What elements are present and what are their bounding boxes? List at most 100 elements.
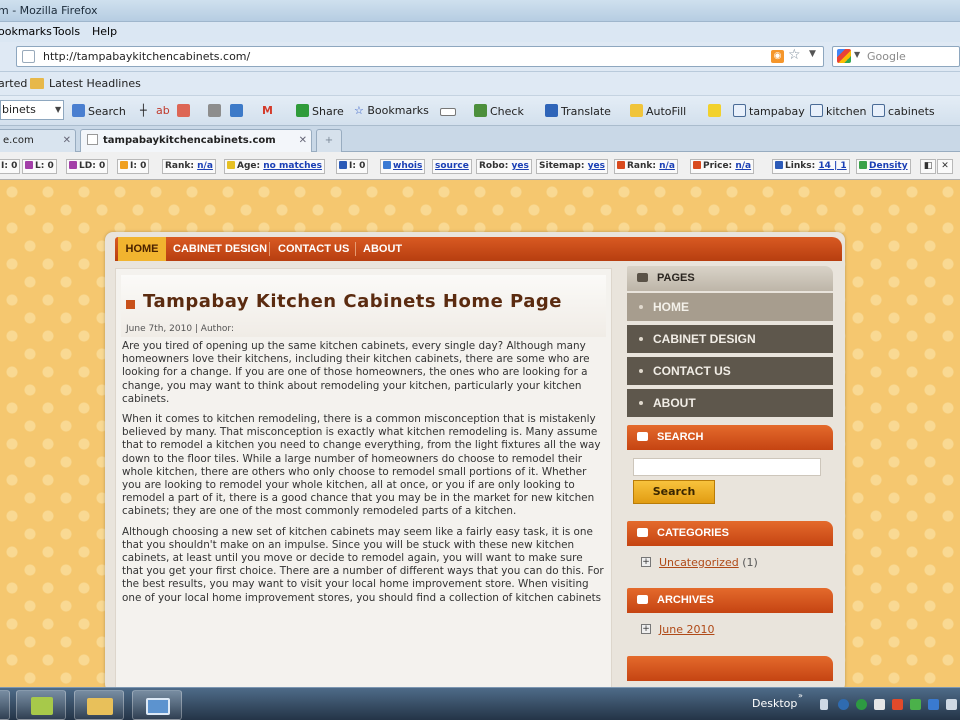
nav-separator	[355, 242, 356, 256]
toolbar-translate-button[interactable]: Translate	[545, 104, 611, 118]
seo-indexed-google[interactable]: I: 0	[0, 159, 21, 174]
seo-settings-icon[interactable]: ◧	[920, 159, 936, 174]
close-seobar-icon[interactable]: ✕	[937, 159, 953, 174]
tab-active[interactable]: tampabaykitchencabinets.com ✕	[80, 129, 312, 152]
search-engine-placeholder[interactable]: Google	[867, 50, 906, 63]
speech-bubble-icon	[637, 528, 648, 537]
seo-links[interactable]: L: 0	[22, 159, 57, 174]
tray-monitor-icon[interactable]	[928, 699, 939, 710]
seo-source-link[interactable]: source	[432, 159, 472, 174]
sidebar-search-input[interactable]	[633, 458, 821, 476]
toolbar-keyword-kitchen[interactable]: kitchen	[810, 104, 867, 118]
seo-links-count[interactable]: Links: 14 | 1	[772, 159, 850, 174]
menu-help[interactable]: Help	[92, 22, 117, 42]
rss-feed-icon[interactable]: ◉	[771, 50, 784, 63]
spellcheck-icon	[474, 104, 487, 117]
seo-price[interactable]: Price: n/a	[690, 159, 755, 174]
url-bar[interactable]: http://tampabaykitchencabinets.com/ ◉ ☆ …	[16, 46, 824, 67]
bookmark-latest-headlines[interactable]: Latest Headlines	[49, 72, 141, 96]
sidebar-archives-heading: ARCHIVES	[627, 588, 833, 613]
seo-robots[interactable]: Robo: yes	[476, 159, 532, 174]
toolbar-sidewiki-icon[interactable]	[440, 104, 459, 117]
tray-network-icon[interactable]	[838, 699, 849, 710]
toolbar-pagerank-icon[interactable]: ┼	[140, 104, 147, 117]
nav-home-link[interactable]: HOME	[118, 237, 166, 261]
category-link[interactable]: Uncategorized	[659, 556, 739, 569]
engine-dropdown-icon[interactable]: ▼	[854, 50, 860, 59]
toolbar-keyword-cabinets[interactable]: cabinets	[872, 104, 935, 118]
gmail-icon[interactable]: M	[262, 104, 273, 117]
menu-tools[interactable]: Tools	[53, 22, 80, 42]
sidebar-page-cabinet-design[interactable]: CABINET DESIGN	[627, 325, 833, 353]
nav-contact-us-link[interactable]: CONTACT US	[278, 237, 349, 261]
seo-delicious[interactable]: I: 0	[336, 159, 369, 174]
sidebar-page-home[interactable]: HOME	[627, 293, 833, 321]
taskbar-window-icon[interactable]	[132, 690, 182, 720]
close-tab-icon[interactable]: ✕	[299, 130, 307, 152]
speech-bubble-icon	[637, 432, 648, 441]
nav-separator	[269, 242, 270, 256]
toolbar-highlighter-icon[interactable]	[708, 104, 724, 118]
menu-bookmarks[interactable]: ookmarks	[0, 22, 52, 42]
toolbar-dropdown-icon[interactable]: ▼	[55, 105, 61, 114]
toolbar-translate-puzzle-icon[interactable]	[230, 104, 246, 118]
close-tab-icon[interactable]: ✕	[63, 130, 71, 152]
toolbar-popup-icon[interactable]	[177, 104, 193, 118]
sidebar-page-about[interactable]: ABOUT	[627, 389, 833, 417]
sidebar-search-button[interactable]: Search	[633, 480, 715, 504]
url-text[interactable]: http://tampabaykitchencabinets.com/	[43, 50, 250, 63]
archive-link[interactable]: June 2010	[659, 623, 714, 636]
expand-plus-icon[interactable]: +	[641, 557, 651, 567]
tray-app-icon[interactable]	[874, 699, 885, 710]
seo-compete-rank[interactable]: Rank: n/a	[614, 159, 678, 174]
search-engine-box[interactable]: ▼ Google	[832, 46, 960, 67]
tab-previous[interactable]: e.com ✕	[0, 129, 76, 152]
tray-flag-icon[interactable]	[820, 699, 828, 710]
new-tab-button[interactable]: +	[316, 129, 342, 152]
bookmark-star-icon[interactable]: ☆	[788, 47, 801, 63]
expand-plus-icon[interactable]: +	[641, 624, 651, 634]
nav-about-link[interactable]: ABOUT	[363, 237, 402, 261]
post-title[interactable]: Tampabay Kitchen Cabinets Home Page	[143, 291, 562, 312]
start-button[interactable]	[0, 690, 10, 720]
seo-toolbar: I: 0 L: 0 LD: 0 I: 0 Rank: n/a Age: no m…	[0, 152, 960, 180]
toolbar-keyword-tampabay[interactable]: tampabay	[733, 104, 805, 118]
tray-security-icon[interactable]	[856, 699, 867, 710]
tray-tool-icon[interactable]	[892, 699, 903, 710]
bullet-icon	[639, 369, 643, 373]
sidebar-page-contact-us[interactable]: CONTACT US	[627, 357, 833, 385]
speech-bubble-icon	[637, 595, 648, 604]
desktop-toolbar-label[interactable]: Desktop	[752, 697, 797, 710]
seo-alexa-rank[interactable]: Rank: n/a	[162, 159, 216, 174]
seo-density-link[interactable]: Density	[856, 159, 911, 174]
nav-cabinet-design-link[interactable]: CABINET DESIGN	[173, 237, 267, 261]
tray-status-icon[interactable]	[910, 699, 921, 710]
toolbar-highlight-icon[interactable]: ab	[156, 104, 170, 117]
bookmarks-star-icon: ☆	[354, 104, 364, 117]
window-title: m - Mozilla Firefox	[0, 4, 98, 17]
toolbar-bookmarks-button[interactable]: ☆ Bookmarks	[354, 104, 429, 117]
toolbar-check-button[interactable]: Check	[474, 104, 524, 118]
google-icon[interactable]	[837, 49, 851, 63]
url-dropdown-icon[interactable]: ▼	[809, 49, 816, 59]
bookmark-getting-started[interactable]: arted	[0, 72, 27, 96]
toolbar-share-button[interactable]: Share	[296, 104, 344, 118]
taskbar-explorer-icon[interactable]	[74, 690, 124, 720]
toolbar-expand-icon[interactable]: »	[798, 691, 803, 700]
seo-age[interactable]: Age: no matches	[224, 159, 325, 174]
toolbar-autofill-button[interactable]: AutoFill	[630, 104, 686, 118]
window-titlebar: m - Mozilla Firefox	[0, 0, 960, 22]
seo-indexed-bing[interactable]: I: 0	[117, 159, 150, 174]
autofill-icon	[630, 104, 643, 117]
toolbar-search-button[interactable]: Search	[72, 104, 126, 118]
web-page-viewport: HOME CABINET DESIGN CONTACT US ABOUT Tam…	[0, 180, 960, 687]
seo-sitemap[interactable]: Sitemap: yes	[536, 159, 608, 174]
bookmarks-toolbar: arted Latest Headlines	[0, 72, 960, 96]
taskbar-app-notes-icon[interactable]	[16, 690, 66, 720]
tab-favicon-icon	[87, 134, 98, 145]
seo-link-domains[interactable]: LD: 0	[66, 159, 109, 174]
tray-volume-icon[interactable]	[946, 699, 957, 710]
seo-whois-link[interactable]: whois	[380, 159, 426, 174]
toolbar-home-icon[interactable]	[208, 104, 224, 118]
category-item: + Uncategorized (1)	[641, 556, 758, 569]
